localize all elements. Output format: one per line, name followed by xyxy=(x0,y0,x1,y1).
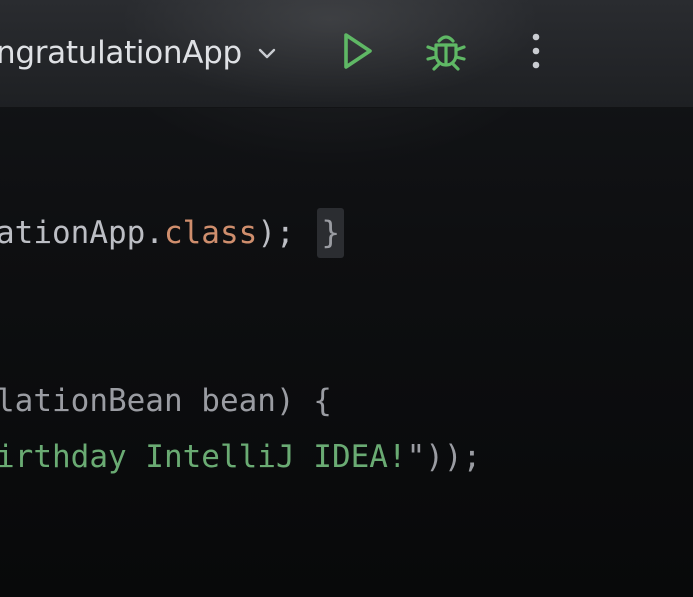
code-line: lationBean bean) { xyxy=(0,376,332,426)
more-options-button[interactable] xyxy=(511,28,561,78)
code-token: ationApp. xyxy=(0,215,164,251)
bug-icon xyxy=(424,29,468,77)
run-button[interactable] xyxy=(331,28,381,78)
code-line: ationApp.class); } xyxy=(0,208,344,258)
code-token-string: irthday IntelliJ IDEA! xyxy=(0,439,407,475)
code-token: ); xyxy=(257,215,314,251)
code-token-keyword: class xyxy=(163,215,258,251)
ide-window: ngratulationApp ationApp.class);} latio… xyxy=(0,0,693,597)
run-configuration-selector[interactable]: ngratulationApp xyxy=(0,30,278,76)
chevron-down-icon xyxy=(256,42,278,64)
debug-button[interactable] xyxy=(421,28,471,78)
code-editor[interactable]: ationApp.class); } lationBean bean) { ir… xyxy=(0,108,693,597)
folded-code-marker[interactable]: } xyxy=(317,208,344,258)
main-toolbar: ngratulationApp xyxy=(0,0,693,108)
code-line: irthday IntelliJ IDEA!")); xyxy=(0,432,481,482)
play-icon xyxy=(336,31,376,75)
more-vertical-icon xyxy=(530,31,542,75)
run-configuration-name: ngratulationApp xyxy=(0,35,242,71)
code-token: ")); xyxy=(406,439,482,475)
code-token: lationBean bean) { xyxy=(0,383,332,419)
